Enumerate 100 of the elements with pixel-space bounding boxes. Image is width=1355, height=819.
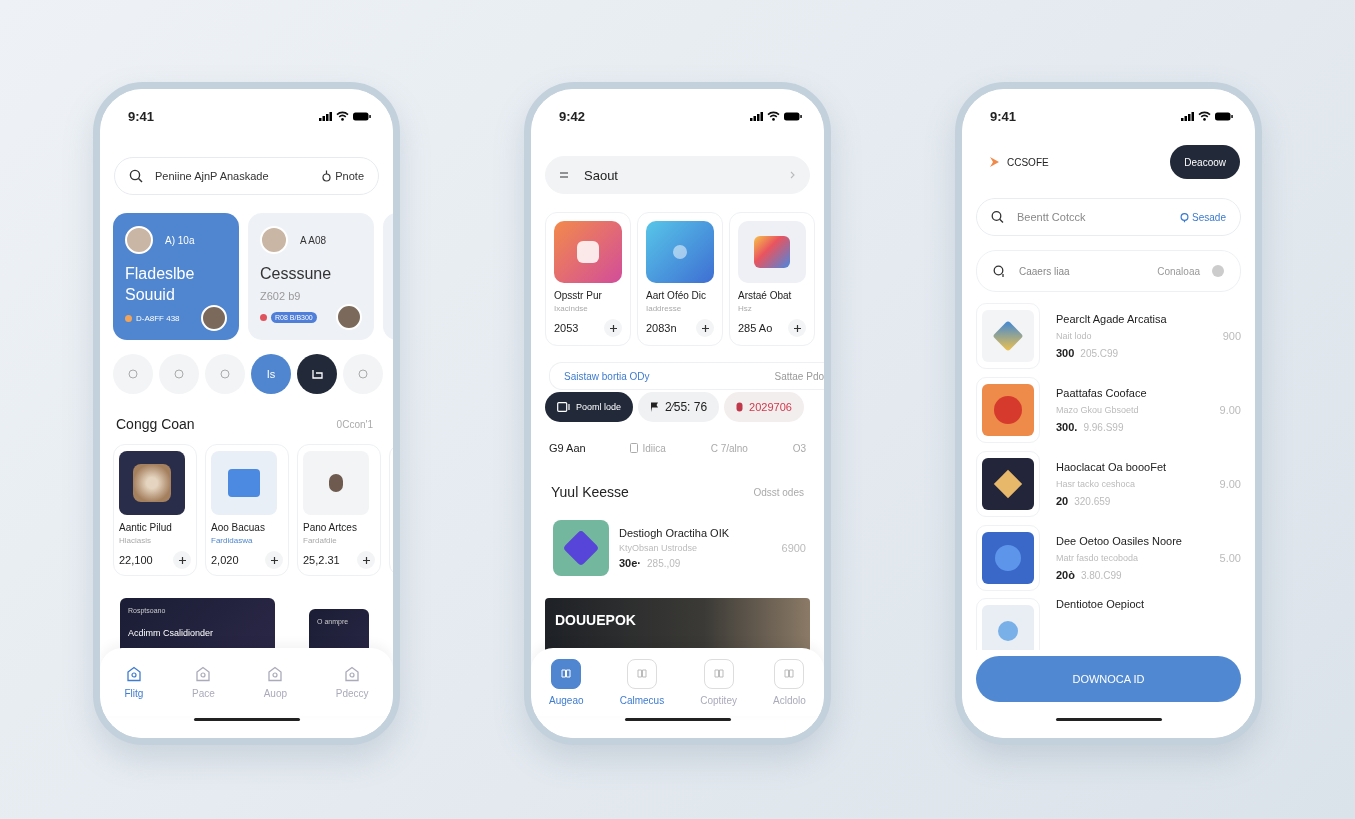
add-button[interactable] xyxy=(265,551,283,569)
section-title: Yuul Keesse xyxy=(551,484,629,500)
filter-bar[interactable]: Caaers liaa Conaloaa xyxy=(976,250,1241,292)
app-price: 285 Ao xyxy=(738,322,773,334)
plus-icon xyxy=(793,324,801,332)
product-name: Pano Artces xyxy=(303,522,358,533)
card-footer-text: D-A8FF 438 xyxy=(136,313,180,323)
home-icon xyxy=(344,665,361,682)
stat-item: G9 Aan xyxy=(549,442,586,454)
tab[interactable]: Saistaw bortia ODy xyxy=(564,370,650,382)
section-title: Congg Coan xyxy=(116,416,195,432)
action-button[interactable]: Pnote xyxy=(322,170,364,182)
featured-card[interactable]: A) 10a Fladeslbe Souuid D-A8FF 438 xyxy=(113,213,239,340)
app-name: Opsstr Pur xyxy=(554,290,603,301)
app-list-item[interactable]: Paattafas Cooface Mazo Gkou Gbsoetd 300. 9.96.S99 9.00 xyxy=(976,376,1241,444)
item-count: 30e· xyxy=(619,557,642,569)
app-card[interactable]: Aart Oféo Dic Iaddresse 2083n xyxy=(637,212,723,346)
app-subtitle: Hsz xyxy=(738,304,753,313)
product-card[interactable]: Aantic Pilud Hlaciasis 22,100 xyxy=(113,444,197,576)
product-thumbnail-drawing xyxy=(119,451,185,515)
arrow-icon xyxy=(990,157,999,167)
filter-chip[interactable]: 2⁄55: 76 xyxy=(638,392,720,422)
card-subtitle: Z602 b9 xyxy=(260,290,302,302)
photo-banner[interactable]: DOUUEPOK xyxy=(545,598,810,652)
nav-tab[interactable]: Calmecus xyxy=(619,658,665,706)
category-chip[interactable] xyxy=(297,354,337,394)
list-item-card[interactable]: Destiogh Oractiha OIK KtyObsan Ustrodse 30e· 285.,09 6900 xyxy=(553,514,806,582)
flag-icon xyxy=(650,402,660,412)
menu-icon xyxy=(560,172,568,178)
item-amount: 9.00 xyxy=(1219,404,1241,416)
item-subtitle: Nait lodo xyxy=(1056,331,1093,341)
chevron-right-icon xyxy=(790,171,795,179)
app-list-item[interactable]: Pearclt Agade Arcatisa Nait lodo 300 205.C99 900 xyxy=(976,302,1241,370)
product-price: 25,2.31 xyxy=(303,554,340,566)
book-icon xyxy=(626,658,657,689)
add-button[interactable] xyxy=(788,319,806,337)
plus-icon xyxy=(178,556,186,564)
product-subtitle: Fardafdie xyxy=(303,536,338,545)
item-title: Dentiotoe Oepioct xyxy=(1056,598,1146,610)
add-button[interactable] xyxy=(173,551,191,569)
app-icon-drawing xyxy=(982,532,1034,584)
item-amount: 900 xyxy=(1222,330,1241,342)
home-icon xyxy=(195,665,212,682)
item-count: 300 xyxy=(1056,347,1075,359)
app-icon-drawing xyxy=(646,221,714,283)
filter-chip[interactable]: Pooml lode xyxy=(545,392,634,422)
app-icon-drawing xyxy=(982,310,1034,362)
search-link[interactable]: Sesade xyxy=(1180,211,1226,223)
item-subtitle: Mazo Gkou Gbsoetd xyxy=(1056,405,1140,415)
category-chip[interactable]: Is xyxy=(251,354,291,394)
add-button[interactable] xyxy=(604,319,622,337)
status-time: 9:42 xyxy=(559,108,586,124)
add-button[interactable] xyxy=(357,551,375,569)
product-name: Aantic Pilud xyxy=(119,522,173,533)
item-count: 300. xyxy=(1056,421,1078,433)
product-subtitle: Hlaciasis xyxy=(119,536,152,545)
item-amount: 9.00 xyxy=(1219,478,1241,490)
plus-icon xyxy=(270,556,278,564)
plus-icon xyxy=(701,324,709,332)
wifi-icon xyxy=(767,111,780,121)
item-subtitle: KtyObsan Ustrodse xyxy=(619,543,699,553)
search-icon xyxy=(129,169,143,183)
filter-label: Caaers liaa xyxy=(1019,265,1070,277)
product-price: 2,020 xyxy=(211,554,239,566)
item-title: Paattafas Cooface xyxy=(1056,387,1148,399)
product-thumbnail-drawing xyxy=(303,451,369,515)
download-button[interactable]: DOWNOCA ID xyxy=(976,656,1241,702)
product-price: 22,100 xyxy=(119,554,153,566)
plus-icon xyxy=(362,556,370,564)
battery-icon xyxy=(353,111,371,121)
nav-tab[interactable]: Flitg xyxy=(124,665,144,699)
item-title: Dee Oetoo Oasiles Noore xyxy=(1056,535,1183,547)
product-subtitle: Fardidaswa xyxy=(211,536,254,545)
app-list-item[interactable]: Dee Oetoo Oasiles Noore Matr fasdo tecoboda 20ò 3.80.C99 5.00 xyxy=(976,524,1241,592)
stat-item: O3 xyxy=(792,442,806,454)
app-subtitle: Iaddresse xyxy=(646,304,683,313)
header-button[interactable]: Deacoow xyxy=(1170,145,1240,179)
item-price: 9.96.S99 xyxy=(1083,422,1124,433)
app-name: Arstaé Obat xyxy=(738,290,793,301)
item-count: 20 xyxy=(1056,495,1069,507)
app-list-item[interactable]: Haoclacat Oa boooFet Hasr tacko ceshoca 20 320.659 9.00 xyxy=(976,450,1241,518)
item-price: 3.80.C99 xyxy=(1080,570,1122,581)
search-field[interactable]: Saout xyxy=(545,156,810,194)
filter-chip[interactable]: 2029706 xyxy=(724,392,804,422)
book-icon xyxy=(774,658,805,689)
home-icon xyxy=(125,665,142,682)
item-subtitle: Hasr tacko ceshoca xyxy=(1056,479,1137,489)
app-price: 2053 xyxy=(554,322,579,334)
nav-tab[interactable]: Augeao xyxy=(549,658,584,706)
add-button[interactable] xyxy=(696,319,714,337)
app-card[interactable]: Opsstr Pur Ixacindse 2053 xyxy=(545,212,631,346)
banner-title: DOUUEPOK xyxy=(555,612,636,628)
product-card[interactable]: Aoo Bacuas Fardidaswa 2,020 xyxy=(205,444,289,576)
product-card[interactable]: Pano Artces Fardafdie 25,2.31 xyxy=(297,444,381,576)
app-icon-drawing xyxy=(738,221,806,283)
item-amount: 6900 xyxy=(781,542,806,554)
app-card[interactable]: Arstaé Obat Hsz 285 Ao xyxy=(729,212,815,346)
signal-icon xyxy=(750,111,763,121)
item-amount: 5.00 xyxy=(1219,552,1241,564)
item-title: Haoclacat Oa boooFet xyxy=(1056,461,1168,473)
